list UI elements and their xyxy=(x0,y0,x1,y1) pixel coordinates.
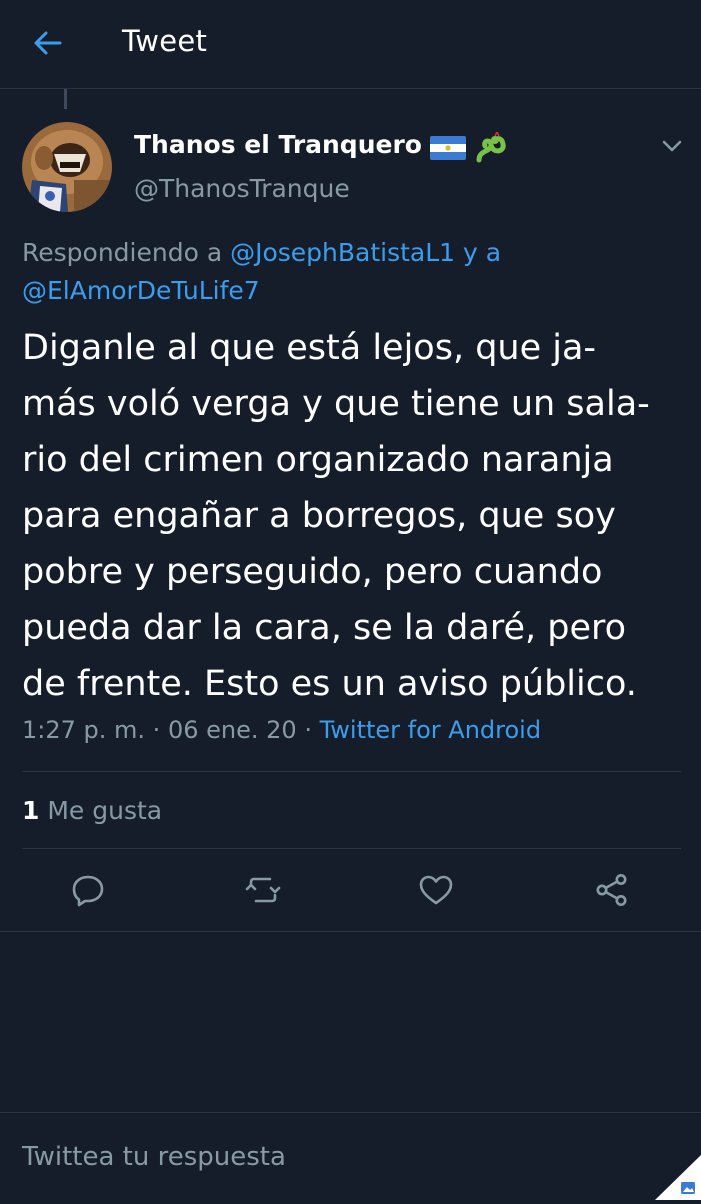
page-title: Tweet xyxy=(122,24,208,58)
divider xyxy=(22,771,681,772)
reply-icon xyxy=(72,875,104,907)
image-attach-icon xyxy=(655,1155,701,1200)
mention-link-2[interactable]: @ElAmorDeTuLife7 xyxy=(22,276,260,305)
tweet-text-line: rio del crimen organizado naranja xyxy=(22,440,614,480)
tweet-text: Diganle al que está lejos, que ja- más v… xyxy=(22,320,692,712)
tweet-text-line: más voló verga y que tiene un sala- xyxy=(22,384,650,424)
nicaragua-flag-icon xyxy=(429,136,466,160)
heart-icon xyxy=(419,875,453,905)
share-icon xyxy=(596,874,627,906)
meta-separator: · xyxy=(304,716,312,744)
like-button[interactable] xyxy=(416,870,456,910)
likes-number: 1 xyxy=(22,796,40,825)
retweet-icon xyxy=(245,877,281,903)
author-handle[interactable]: @ThanosTranque xyxy=(134,174,350,203)
share-button[interactable] xyxy=(592,870,632,910)
replying-to-prefix: Respondiendo a xyxy=(22,238,223,267)
tweet-text-line: pobre y perseguido, pero cuando xyxy=(22,552,603,592)
back-button[interactable] xyxy=(30,25,66,61)
compose-corner-button[interactable] xyxy=(655,1155,701,1200)
likes-label: Me gusta xyxy=(47,796,163,825)
tweet-text-line: pueda dar la cara, se la daré, pero xyxy=(22,608,627,648)
top-bar: Tweet xyxy=(0,0,701,89)
author-emoji-group xyxy=(429,130,509,164)
replying-to: Respondiendo a @JosephBatistaL1 y a @ElA… xyxy=(22,234,672,310)
divider xyxy=(22,848,681,849)
chevron-down-icon xyxy=(662,140,682,152)
reply-input[interactable]: Twittea tu respuesta xyxy=(22,1142,642,1172)
divider xyxy=(0,931,701,932)
meta-separator: · xyxy=(152,716,161,744)
tweet-date: 06 ene. 20 xyxy=(167,716,297,744)
reply-button[interactable] xyxy=(68,870,108,910)
mention-link-1[interactable]: @JosephBatistaL1 xyxy=(230,238,455,267)
tweet-text-line: para engañar a borregos, que soy xyxy=(22,496,616,536)
author-display-name[interactable]: Thanos el Tranquero xyxy=(134,130,509,164)
snake-icon xyxy=(476,130,506,163)
tweet-time: 1:27 p. m. xyxy=(22,716,146,744)
avatar[interactable] xyxy=(22,122,112,212)
avatar-image xyxy=(22,122,112,212)
replying-to-conjunction[interactable]: y a xyxy=(463,238,501,267)
retweet-button[interactable] xyxy=(243,870,283,910)
tweet-text-line: Diganle al que está lejos, que ja- xyxy=(22,328,597,368)
tweet-source-link[interactable]: Twitter for Android xyxy=(320,716,541,744)
author-name-text: Thanos el Tranquero xyxy=(134,130,422,159)
tweet-text-line: de frente. Esto es un aviso público. xyxy=(22,664,637,704)
arrow-left-icon xyxy=(34,31,62,55)
tweet-options-button[interactable] xyxy=(660,136,684,156)
tweet-meta: 1:27 p. m. · 06 ene. 20 · Twitter for An… xyxy=(22,716,541,744)
likes-count[interactable]: 1 Me gusta xyxy=(22,796,162,825)
thread-connector-line xyxy=(64,89,67,109)
